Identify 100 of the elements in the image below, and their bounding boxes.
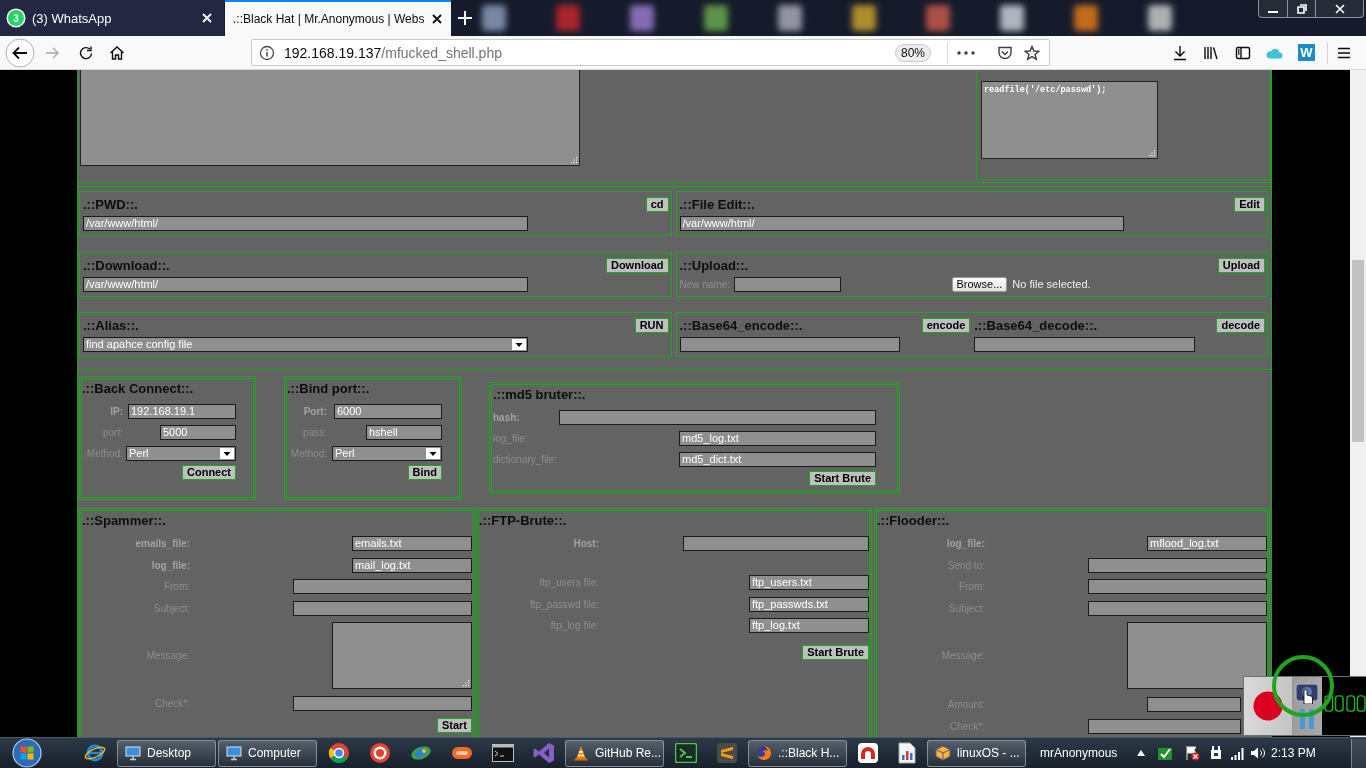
target-icon[interactable] bbox=[368, 742, 391, 764]
action-button[interactable]: cd bbox=[645, 197, 669, 212]
sidebar-icon[interactable] bbox=[1235, 44, 1251, 61]
console-icon[interactable] bbox=[674, 743, 697, 763]
info-icon[interactable] bbox=[259, 44, 275, 61]
taskbar-button[interactable]: Computer bbox=[218, 739, 317, 767]
extension-button[interactable]: W bbox=[1298, 44, 1315, 61]
panel-title: .::Base64_encode::. bbox=[679, 318, 803, 333]
home-icon[interactable] bbox=[109, 44, 125, 61]
panel-title: .::PWD::. bbox=[83, 197, 138, 212]
ringed-globe-icon[interactable] bbox=[84, 742, 106, 764]
monitor-icon bbox=[125, 745, 141, 761]
flag-error-icon[interactable] bbox=[1184, 745, 1200, 761]
more-icon[interactable] bbox=[957, 50, 975, 55]
panel-title: .::md5 bruter::. bbox=[493, 387, 587, 402]
action-button[interactable]: Upload bbox=[1217, 257, 1265, 273]
timer-display bbox=[1324, 694, 1366, 713]
action-button[interactable]: RUN bbox=[634, 318, 669, 333]
close-icon[interactable] bbox=[432, 14, 442, 24]
scrollbar-thumb[interactable] bbox=[1352, 260, 1364, 442]
clock[interactable]: 2:13 PM bbox=[1271, 746, 1316, 760]
power-plug-icon[interactable] bbox=[1208, 745, 1224, 761]
text-field[interactable] bbox=[293, 579, 472, 595]
text-field[interactable] bbox=[1088, 600, 1267, 616]
arch-icon[interactable] bbox=[856, 742, 879, 764]
text-field[interactable] bbox=[293, 600, 472, 616]
action-button[interactable]: Bind bbox=[407, 465, 442, 480]
document-chart-icon[interactable] bbox=[897, 742, 916, 764]
ribbon-icon[interactable] bbox=[532, 742, 555, 764]
record-icon[interactable] bbox=[1253, 691, 1283, 721]
field-label: Port: bbox=[302, 406, 327, 417]
restore-button[interactable] bbox=[1288, 0, 1316, 18]
message-textarea[interactable] bbox=[332, 622, 472, 690]
tricolor-circle-icon[interactable] bbox=[327, 742, 350, 764]
action-button[interactable]: decode bbox=[1216, 318, 1265, 333]
text-field[interactable] bbox=[683, 536, 869, 551]
chevron-up-icon[interactable] bbox=[1137, 750, 1145, 756]
field-label: hash: bbox=[493, 412, 521, 423]
download-icon[interactable] bbox=[1172, 44, 1188, 61]
text-field[interactable] bbox=[679, 337, 901, 352]
show-desktop-button[interactable] bbox=[1351, 738, 1366, 768]
start-icon[interactable] bbox=[12, 738, 42, 768]
angle-tile-icon[interactable] bbox=[715, 742, 738, 764]
browser-tab[interactable]: 3 (3) WhatsApp bbox=[0, 0, 224, 36]
action-button[interactable]: Start bbox=[436, 717, 472, 733]
text-field[interactable] bbox=[733, 276, 841, 292]
text-field[interactable] bbox=[1147, 697, 1241, 713]
text-field[interactable] bbox=[1088, 718, 1241, 734]
close-button[interactable] bbox=[1316, 0, 1364, 18]
action-button[interactable]: Start Brute bbox=[809, 471, 876, 486]
count-badge: 3 bbox=[8, 10, 24, 26]
panel-title: .::Base64_decode::. bbox=[974, 318, 1098, 333]
message-textarea[interactable] bbox=[1127, 622, 1267, 690]
taskbar-button[interactable]: GitHub Re... bbox=[565, 739, 664, 767]
taskbar-button[interactable]: linuxOS - ... bbox=[927, 739, 1026, 767]
flame-globe-icon bbox=[756, 745, 772, 761]
field-label: log_file: bbox=[945, 538, 985, 549]
panel-title: .::Back Connect::. bbox=[82, 381, 195, 396]
action-button[interactable]: encode bbox=[921, 318, 971, 333]
star-icon[interactable] bbox=[1024, 44, 1040, 61]
plus-icon[interactable] bbox=[458, 11, 472, 25]
text-field[interactable] bbox=[559, 410, 876, 425]
field-label: emails_file: bbox=[134, 538, 190, 549]
text-field[interactable] bbox=[974, 337, 1196, 352]
text-field[interactable] bbox=[1088, 579, 1267, 595]
pocket-icon[interactable] bbox=[997, 44, 1013, 61]
panel-title: .::Alias::. bbox=[83, 318, 139, 333]
back-icon[interactable] bbox=[5, 37, 35, 68]
reload-icon[interactable] bbox=[78, 44, 94, 61]
field-label: IP: bbox=[109, 406, 123, 417]
check-icon[interactable] bbox=[1157, 745, 1173, 761]
cube-icon bbox=[935, 745, 951, 761]
address-bar[interactable]: 192.168.19.137/mfucked_shell.php 80% bbox=[251, 39, 1050, 66]
terminal-icon[interactable] bbox=[491, 744, 514, 762]
text-field[interactable] bbox=[293, 695, 472, 711]
panel-title: .::Download::. bbox=[83, 257, 170, 273]
panel-title: .::Spammer::. bbox=[82, 514, 167, 527]
taskbar-button[interactable]: .::Black H... bbox=[748, 739, 847, 767]
action-button[interactable]: Start Brute bbox=[802, 645, 869, 661]
minimize-button[interactable] bbox=[1258, 0, 1288, 18]
field-label: Host: bbox=[572, 538, 599, 549]
action-button[interactable]: Connect bbox=[182, 465, 236, 480]
browse-button[interactable]: Browse... bbox=[951, 276, 1008, 292]
resize-grip-icon bbox=[570, 156, 578, 164]
file-status: No file selected. bbox=[1012, 278, 1091, 290]
action-button[interactable]: Download bbox=[605, 257, 669, 273]
action-button[interactable]: Edit bbox=[1234, 197, 1265, 212]
panel-title: .::Flooder::. bbox=[877, 514, 951, 527]
speaker-icon[interactable] bbox=[1250, 745, 1266, 761]
library-icon[interactable] bbox=[1203, 44, 1219, 61]
panel-title: .::FTP-Brute::. bbox=[479, 514, 568, 527]
zoom-indicator[interactable]: 80% bbox=[894, 43, 931, 62]
resize-grip-icon bbox=[1148, 149, 1156, 157]
pill-icon[interactable] bbox=[450, 746, 473, 760]
click-ring-icon bbox=[1271, 654, 1335, 718]
browser-tab[interactable]: .::Black Hat | Mr.Anonymous | Webs bbox=[225, 0, 451, 36]
signal-bars-icon[interactable] bbox=[1230, 745, 1246, 761]
text-field[interactable] bbox=[1088, 557, 1267, 573]
close-icon bbox=[1334, 3, 1345, 14]
taskbar-button[interactable]: Desktop bbox=[117, 739, 216, 767]
